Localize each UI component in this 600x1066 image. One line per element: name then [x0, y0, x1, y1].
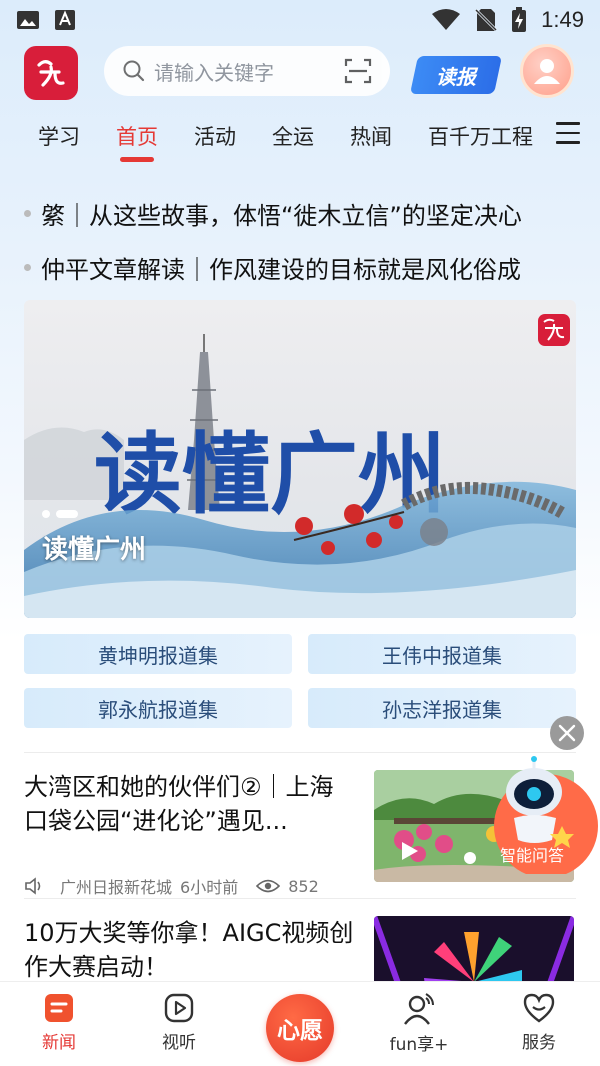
ai-assistant-button[interactable]: 智能问答: [484, 756, 600, 878]
carousel-dot-active: [56, 510, 78, 518]
fun-share-icon: [404, 993, 434, 1025]
view-count: 852: [288, 876, 319, 896]
search-bar[interactable]: 请输入关键字: [104, 46, 390, 96]
bullet-dot: [24, 263, 31, 271]
feature-banner[interactable]: 读懂广州 读懂广州: [24, 300, 576, 618]
user-icon: [534, 59, 560, 84]
eye-icon: [256, 879, 281, 893]
news-title: 大湾区和她的伙伴们②｜上海口袋公园“进化论”遇见...: [24, 773, 334, 835]
channel-tabs: 学习 首页 活动 全运 热闻 百千万工程: [0, 108, 600, 164]
tab-home[interactable]: 首页: [98, 108, 176, 164]
news-icon: [45, 994, 73, 1022]
news-source: 广州日报新花城: [60, 878, 173, 897]
heart-icon: [523, 993, 555, 1023]
wifi-icon: [432, 9, 461, 30]
headline-item[interactable]: 仲平文章解读｜作风建设的目标就是风化俗成: [24, 240, 580, 294]
headline-ticker: 綮｜从这些故事，体悟“徙木立信”的坚定决心 仲平文章解读｜作风建设的目标就是风化…: [24, 186, 580, 294]
play-icon[interactable]: [398, 840, 420, 862]
play-icon: [164, 993, 194, 1023]
nav-news[interactable]: 新闻: [14, 992, 104, 1058]
read-paper-label: 读报: [436, 64, 476, 89]
search-icon: [123, 60, 145, 82]
status-bar: 1:49: [0, 0, 600, 40]
collection-button[interactable]: 黄坤明报道集: [24, 634, 292, 674]
clock: 1:49: [541, 7, 584, 32]
collection-button[interactable]: 王伟中报道集: [308, 634, 576, 674]
menu-icon[interactable]: [556, 122, 580, 144]
nav-services[interactable]: 服务: [494, 992, 584, 1058]
wish-button[interactable]: 心愿: [266, 994, 334, 1062]
search-placeholder: 请输入关键字: [154, 60, 274, 85]
collection-button[interactable]: 孙志洋报道集: [308, 688, 576, 728]
banner-caption: 读懂广州: [42, 535, 147, 565]
bullet-dot: [24, 209, 31, 217]
scan-icon[interactable]: [344, 57, 372, 85]
close-icon: [558, 724, 576, 742]
flower-logo-icon: [37, 60, 65, 87]
ai-assistant-label: 智能问答: [500, 846, 565, 865]
tab-events[interactable]: 活动: [176, 108, 254, 164]
tab-project[interactable]: 百千万工程: [410, 108, 551, 164]
news-card[interactable]: 10万大奖等你拿！AIGC视频创作大赛启动！: [24, 916, 576, 982]
user-avatar[interactable]: [520, 44, 574, 98]
font-notification-icon: [55, 10, 75, 30]
gallery-notification-icon: [17, 11, 39, 29]
speaker-icon[interactable]: [24, 876, 46, 896]
news-thumbnail[interactable]: [374, 916, 574, 982]
news-time: 6小时前: [180, 878, 239, 897]
news-meta: 广州日报新花城 6小时前 852: [24, 874, 319, 898]
carousel-indicator: [42, 510, 78, 518]
banner-artwork: 读懂广州: [24, 314, 576, 618]
tab-hot-news[interactable]: 热闻: [332, 108, 410, 164]
read-paper-button[interactable]: 读报: [409, 56, 503, 94]
tab-study[interactable]: 学习: [20, 108, 98, 164]
collection-button[interactable]: 郭永航报道集: [24, 688, 292, 728]
carousel-dot: [42, 510, 50, 518]
tab-national-games[interactable]: 全运: [254, 108, 332, 164]
close-floating-button[interactable]: [550, 716, 584, 750]
contest-poster: [374, 916, 574, 982]
headline-item[interactable]: 綮｜从这些故事，体悟“徙木立信”的坚定决心: [24, 186, 580, 240]
news-title: 10万大奖等你拿！AIGC视频创作大赛启动！: [24, 919, 354, 981]
battery-icon: [512, 7, 527, 32]
nav-fun-share[interactable]: fun享+: [374, 992, 464, 1058]
app-bar: 请输入关键字 读报: [0, 40, 600, 104]
divider: [24, 752, 576, 753]
app-logo[interactable]: [24, 46, 78, 100]
divider: [24, 898, 576, 899]
no-sim-icon: [475, 8, 498, 32]
nav-media[interactable]: 视听: [134, 992, 224, 1058]
